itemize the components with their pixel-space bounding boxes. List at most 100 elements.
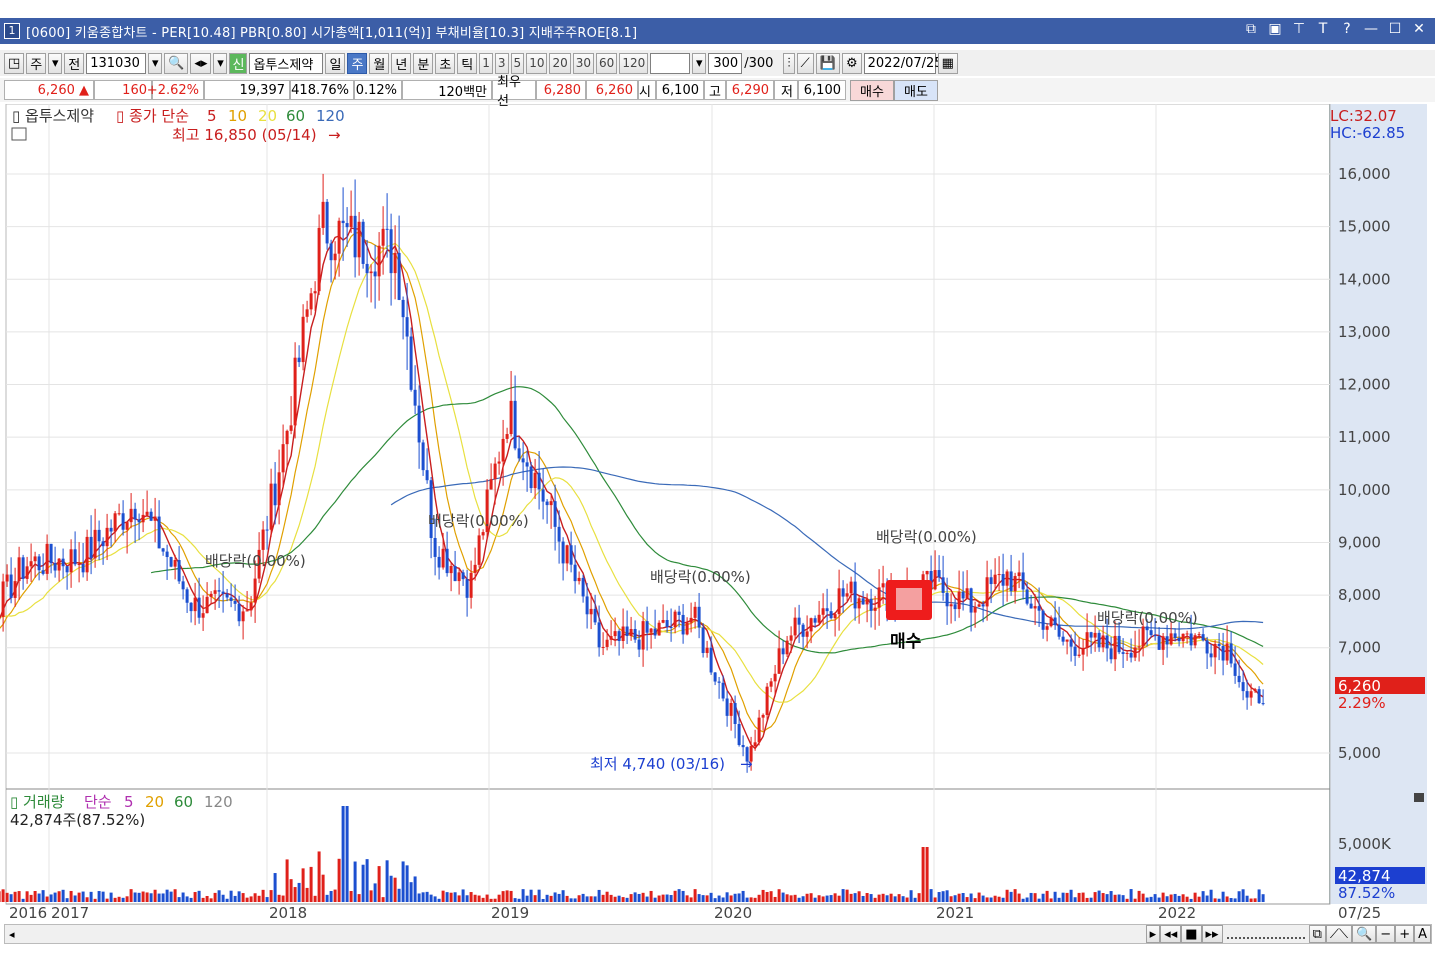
volume-bar — [845, 889, 849, 902]
pin-icon[interactable]: ⊤ — [1291, 21, 1307, 37]
sell-button[interactable]: 매도 — [894, 79, 938, 101]
volume-bar — [1141, 893, 1145, 902]
candle-body — [757, 717, 761, 743]
maximize-icon[interactable]: ☐ — [1387, 21, 1403, 37]
candle-body — [141, 514, 145, 523]
stop-icon[interactable]: ■ — [1181, 925, 1202, 943]
compare-icon[interactable]: ⧉ — [1308, 925, 1326, 943]
volume-bar — [165, 889, 169, 902]
candle-body — [1033, 606, 1037, 609]
candle-body — [753, 742, 757, 747]
zoom-slider[interactable] — [1226, 929, 1305, 939]
candle-body — [877, 587, 881, 608]
buy-button[interactable]: 매수 — [850, 79, 894, 101]
interval-60[interactable]: 60 — [596, 52, 618, 74]
date-input[interactable]: 2022/07/25 — [863, 52, 943, 74]
search-icon[interactable]: 🔍 — [164, 52, 189, 74]
zoom-out-icon[interactable]: − — [1376, 925, 1396, 943]
candle-body — [601, 646, 605, 648]
volume-bar — [417, 893, 421, 902]
close-icon[interactable]: ✕ — [1411, 21, 1427, 37]
save-icon[interactable]: 💾 — [815, 52, 840, 74]
sound-dropdown-icon[interactable]: ▾ — [213, 52, 228, 74]
tile-icon[interactable]: ▣ — [1267, 21, 1283, 37]
zoom-in-icon[interactable]: + — [1395, 925, 1415, 943]
font-icon[interactable]: T — [1315, 21, 1331, 37]
minimize-icon[interactable]: — — [1363, 21, 1379, 37]
candle-body — [1261, 703, 1265, 705]
volume-bar — [821, 896, 825, 902]
interval-30[interactable]: 30 — [572, 52, 595, 74]
volume-bar — [649, 890, 653, 902]
gear-icon[interactable]: ⚙ — [841, 52, 862, 74]
layout-icon[interactable]: ◳ — [4, 52, 25, 74]
table-icon[interactable] — [11, 127, 27, 141]
y-tick-label: 16,000 — [1338, 165, 1391, 183]
candle-body — [333, 253, 337, 261]
volume-bar — [773, 896, 777, 902]
volume-bar — [741, 890, 745, 902]
count-input[interactable]: 300 — [708, 52, 743, 74]
period-week[interactable]: 주 — [347, 52, 368, 74]
volume-bar — [621, 897, 625, 902]
candle-body — [125, 522, 129, 530]
new-badge: 신 — [229, 52, 248, 74]
calendar-icon[interactable]: ▦ — [937, 52, 958, 74]
volume-bar — [149, 893, 153, 902]
interval-20[interactable]: 20 — [549, 52, 571, 74]
zoom-icon[interactable]: 🔍 — [1352, 925, 1377, 943]
interval-dropdown-icon[interactable]: ▾ — [692, 52, 707, 74]
line-chart-icon[interactable]: ⟋ — [796, 52, 814, 74]
volume-pane-close-icon[interactable] — [1414, 793, 1424, 802]
period-month[interactable]: 월 — [369, 52, 390, 74]
volume-bar — [357, 894, 361, 902]
prev-button[interactable]: 전 — [64, 52, 85, 74]
candle-body — [201, 613, 205, 618]
volume-bar — [609, 894, 613, 902]
volume-bar — [693, 889, 697, 902]
volume-bar — [1117, 894, 1121, 902]
restore-icon[interactable]: ⧉ — [1243, 21, 1259, 37]
volume-bar — [89, 891, 93, 902]
custom-interval-input[interactable] — [650, 52, 691, 74]
help-icon[interactable]: ? — [1339, 21, 1355, 37]
rewind-icon[interactable]: ◂◂ — [1160, 925, 1182, 943]
period-tick[interactable]: 틱 — [457, 52, 478, 74]
period-day[interactable]: 일 — [325, 52, 346, 74]
period-second[interactable]: 초 — [435, 52, 456, 74]
time-axis: 2016 2017 2018 2019 2020 2021 2022 07/25 — [6, 903, 1381, 922]
draw-tools-icon[interactable]: ⟋⟍ — [1325, 925, 1353, 943]
candle-body — [1161, 636, 1165, 650]
scroll-left-icon[interactable]: ◂ — [9, 928, 15, 941]
auto-scale-icon[interactable]: A — [1414, 925, 1431, 943]
volume-bar — [937, 892, 941, 902]
candle-body — [241, 611, 245, 622]
stock-chart[interactable]: 16,000 15,000 14,000 13,000 12,000 11,000 10,0… — [0, 104, 1435, 924]
stock-name-field[interactable]: 옵투스제약 — [249, 52, 324, 74]
candle-body — [565, 545, 569, 564]
code-input[interactable]: 131030 — [86, 52, 147, 74]
code-dropdown-icon[interactable]: ▾ — [148, 52, 163, 74]
volume-bar — [45, 896, 49, 902]
candle-body — [1257, 689, 1261, 704]
volume-bar — [389, 875, 393, 902]
mode-select[interactable]: 주 — [26, 52, 47, 74]
volume-bar — [1053, 891, 1057, 902]
volume-bar — [349, 890, 353, 902]
candle-icon[interactable]: ⫶ — [783, 52, 795, 74]
period-minute[interactable]: 분 — [413, 52, 434, 74]
volume-bars — [0, 806, 1265, 902]
sound-icon[interactable]: ◂▸ — [190, 52, 212, 74]
volume-bar — [1029, 892, 1033, 902]
lc-label: LC:32.07 — [1330, 107, 1397, 125]
interval-1[interactable]: 1 — [479, 52, 493, 74]
scroll-end-icon[interactable]: ▸ — [1145, 925, 1161, 943]
volume-bar — [221, 894, 225, 902]
chart-scrollbar[interactable]: ◂ ▸ ◂◂ ■ ▸▸ ⧉ ⟋⟍ 🔍 − + A — [4, 924, 1432, 944]
candle-body — [1245, 691, 1249, 698]
period-year[interactable]: 년 — [391, 52, 412, 74]
chevron-down-icon[interactable]: ▾ — [48, 52, 63, 74]
interval-120[interactable]: 120 — [619, 52, 649, 74]
candle-body — [261, 529, 265, 550]
forward-icon[interactable]: ▸▸ — [1201, 925, 1223, 943]
